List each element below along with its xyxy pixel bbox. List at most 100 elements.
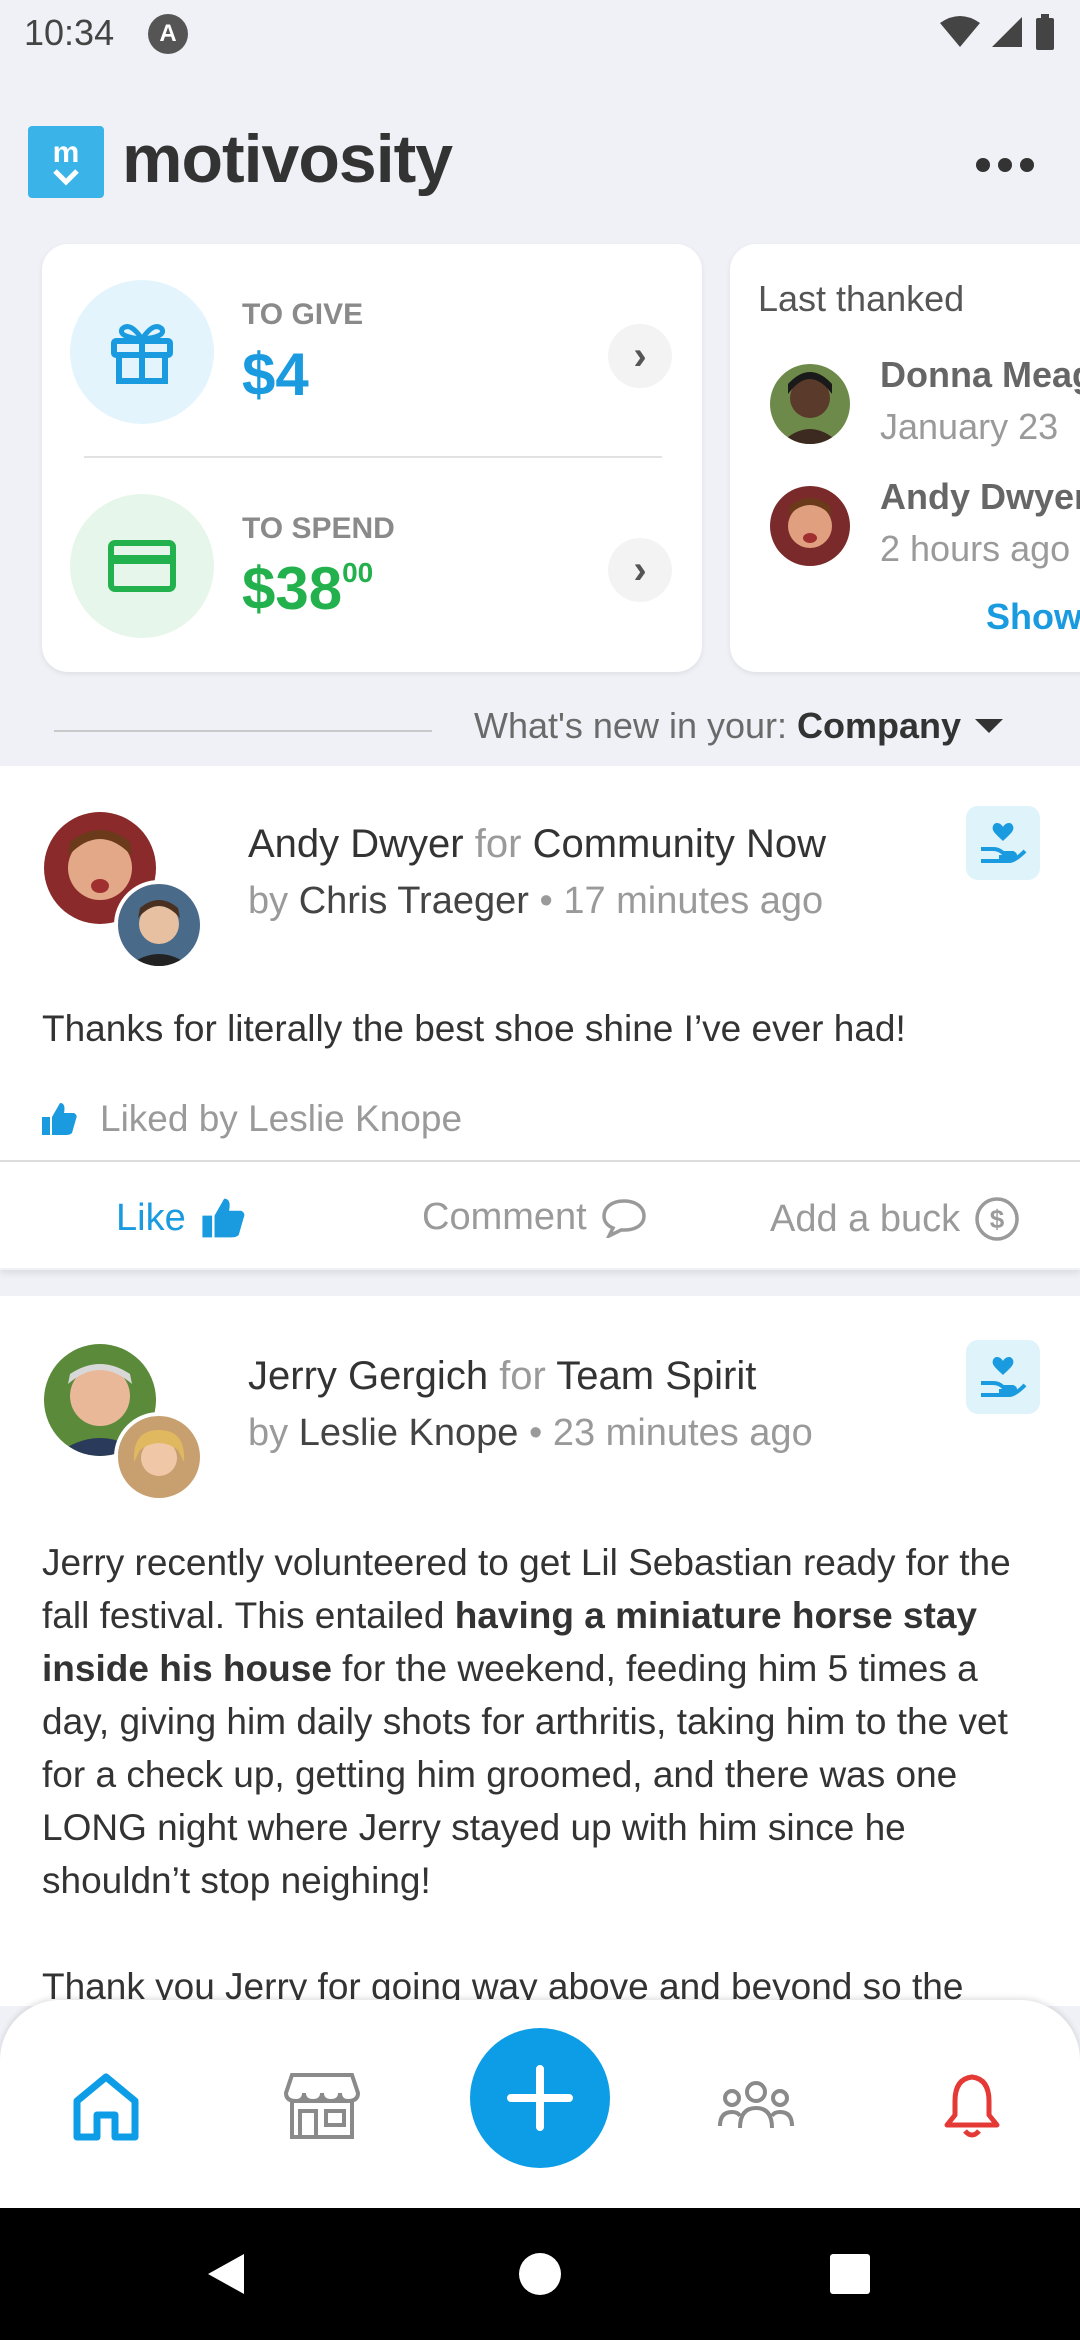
- hand-heart-icon: [981, 1357, 1027, 1397]
- add-a-buck-button[interactable]: Add a buck $: [770, 1196, 1020, 1242]
- thumbs-up-icon: [202, 1198, 245, 1238]
- battery-icon: [1036, 14, 1054, 50]
- post-body: Jerry recently volunteered to get Lil Se…: [42, 1536, 1042, 2013]
- feed-post: Jerry Gergich for Team Spirit by Leslie …: [0, 1296, 1080, 2007]
- liked-by-text: Liked by Leslie Knope: [100, 1098, 463, 1139]
- to-spend-cents: 00: [342, 557, 374, 588]
- wallet-card: TO GIVE $4 › TO SPEND $3800 ›: [42, 244, 702, 672]
- avatar: [770, 486, 850, 566]
- post-author[interactable]: Chris Traeger: [299, 880, 529, 922]
- post-by-word: by: [248, 880, 289, 922]
- to-spend-amount: $3800: [242, 554, 373, 623]
- last-thanked-title: Last thanked: [758, 278, 965, 319]
- back-icon[interactable]: [204, 2252, 248, 2296]
- comment-button[interactable]: Comment: [422, 1196, 647, 1239]
- to-spend-label: TO SPEND: [242, 512, 395, 545]
- logo-chevron-icon: [53, 169, 79, 186]
- to-give-amount: $4: [242, 341, 309, 408]
- value-badge-icon[interactable]: [966, 1340, 1040, 1414]
- last-thanked-date: 2 hours ago: [880, 528, 1071, 569]
- nav-people[interactable]: [716, 2066, 796, 2146]
- filter-divider: [54, 730, 432, 732]
- app-title: motivosity: [122, 121, 453, 197]
- last-thanked-name: Andy Dwyer: [880, 476, 1080, 517]
- bell-icon: [944, 2074, 1000, 2138]
- add-post-button[interactable]: [470, 2028, 610, 2168]
- post-value[interactable]: Community Now: [533, 822, 826, 866]
- thumbs-up-icon: [42, 1103, 77, 1135]
- motivosity-logo-icon: m: [28, 126, 104, 198]
- feed-filter-dropdown[interactable]: What's new in your: Company: [474, 705, 1004, 747]
- post-for-word: for: [499, 1354, 546, 1398]
- last-thanked-date: January 23: [880, 406, 1059, 447]
- nav-notifications[interactable]: [932, 2066, 1012, 2146]
- home-circle-icon[interactable]: [518, 2252, 562, 2296]
- post-for-word: for: [474, 822, 522, 866]
- value-badge-icon[interactable]: [966, 806, 1040, 880]
- post-time: • 17 minutes ago: [539, 880, 824, 922]
- feed-filter-value: Company: [797, 705, 962, 746]
- app-indicator-icon: A: [148, 14, 188, 54]
- post-recipient[interactable]: Andy Dwyer: [248, 822, 464, 866]
- last-thanked-name: Donna Meagle: [880, 354, 1080, 395]
- more-dot-icon: [1020, 158, 1034, 172]
- last-thanked-person[interactable]: Andy Dwyer 2 hours ago: [770, 476, 1080, 586]
- avatar: [770, 364, 850, 444]
- like-label: Like: [116, 1196, 186, 1239]
- nav-store[interactable]: [282, 2066, 362, 2146]
- logo-mark: m: [52, 136, 80, 169]
- last-thanked-person[interactable]: Donna Meagle January 23: [770, 354, 1080, 464]
- card-icon-circle: [70, 494, 214, 638]
- to-give-label: TO GIVE: [242, 298, 364, 331]
- to-spend-chevron-icon[interactable]: ›: [608, 538, 672, 602]
- last-thanked-card[interactable]: Last thanked Donna Meagle January 23 And…: [730, 244, 1080, 672]
- to-spend-row[interactable]: TO SPEND $3800 ›: [42, 458, 702, 658]
- like-button[interactable]: Like: [116, 1196, 246, 1240]
- post-byline: by Chris Traeger • 17 minutes ago: [248, 880, 823, 923]
- store-icon: [284, 2073, 360, 2139]
- app-bar: m motivosity: [0, 110, 1080, 220]
- more-dot-icon: [998, 158, 1012, 172]
- status-bar: 10:34 A: [0, 0, 1080, 70]
- gift-icon: [111, 324, 173, 384]
- status-time: 10:34: [24, 12, 115, 53]
- nav-home[interactable]: [66, 2066, 146, 2146]
- svg-text:$: $: [990, 1204, 1005, 1234]
- author-avatar[interactable]: [114, 1412, 204, 1502]
- post-value[interactable]: Team Spirit: [556, 1354, 756, 1398]
- post-by-word: by: [248, 1412, 289, 1454]
- post-title: Jerry Gergich for Team Spirit: [248, 1354, 756, 1399]
- credit-card-icon: [108, 540, 176, 592]
- to-give-chevron-icon[interactable]: ›: [608, 324, 672, 388]
- plus-icon: [507, 2065, 573, 2131]
- feed-post: Andy Dwyer for Community Now by Chris Tr…: [0, 766, 1080, 1268]
- author-avatar[interactable]: [114, 880, 204, 970]
- home-icon: [73, 2073, 139, 2141]
- gift-icon-circle: [70, 280, 214, 424]
- likes-summary[interactable]: Liked by Leslie Knope: [40, 1098, 462, 1140]
- wifi-icon: [940, 16, 980, 47]
- post-title: Andy Dwyer for Community Now: [248, 822, 826, 867]
- add-buck-label: Add a buck: [770, 1197, 961, 1240]
- to-give-row[interactable]: TO GIVE $4 ›: [42, 244, 702, 444]
- post-recipient[interactable]: Jerry Gergich: [248, 1354, 488, 1398]
- hand-heart-icon: [981, 823, 1027, 863]
- post-time: • 23 minutes ago: [529, 1412, 813, 1454]
- more-dot-icon: [976, 158, 990, 172]
- comment-bubble-icon: [601, 1198, 646, 1238]
- post-author[interactable]: Leslie Knope: [299, 1412, 519, 1454]
- dollar-circle-icon: $: [975, 1197, 1019, 1241]
- more-options-button[interactable]: [970, 140, 1040, 190]
- show-all-link[interactable]: Show: [986, 596, 1080, 638]
- system-navigation-bar: [0, 2208, 1080, 2340]
- status-icons: [940, 14, 1056, 50]
- feed-filter-prefix: What's new in your:: [474, 705, 787, 746]
- post-actions: Like Comment Add a buck $: [0, 1160, 1080, 1270]
- post-body: Thanks for literally the best shoe shine…: [42, 1008, 906, 1049]
- comment-label: Comment: [422, 1196, 587, 1238]
- bottom-navigation: [0, 2000, 1080, 2208]
- to-spend-dollars: $38: [242, 555, 343, 622]
- recents-icon[interactable]: [828, 2252, 872, 2296]
- caret-down-icon: [975, 719, 1004, 733]
